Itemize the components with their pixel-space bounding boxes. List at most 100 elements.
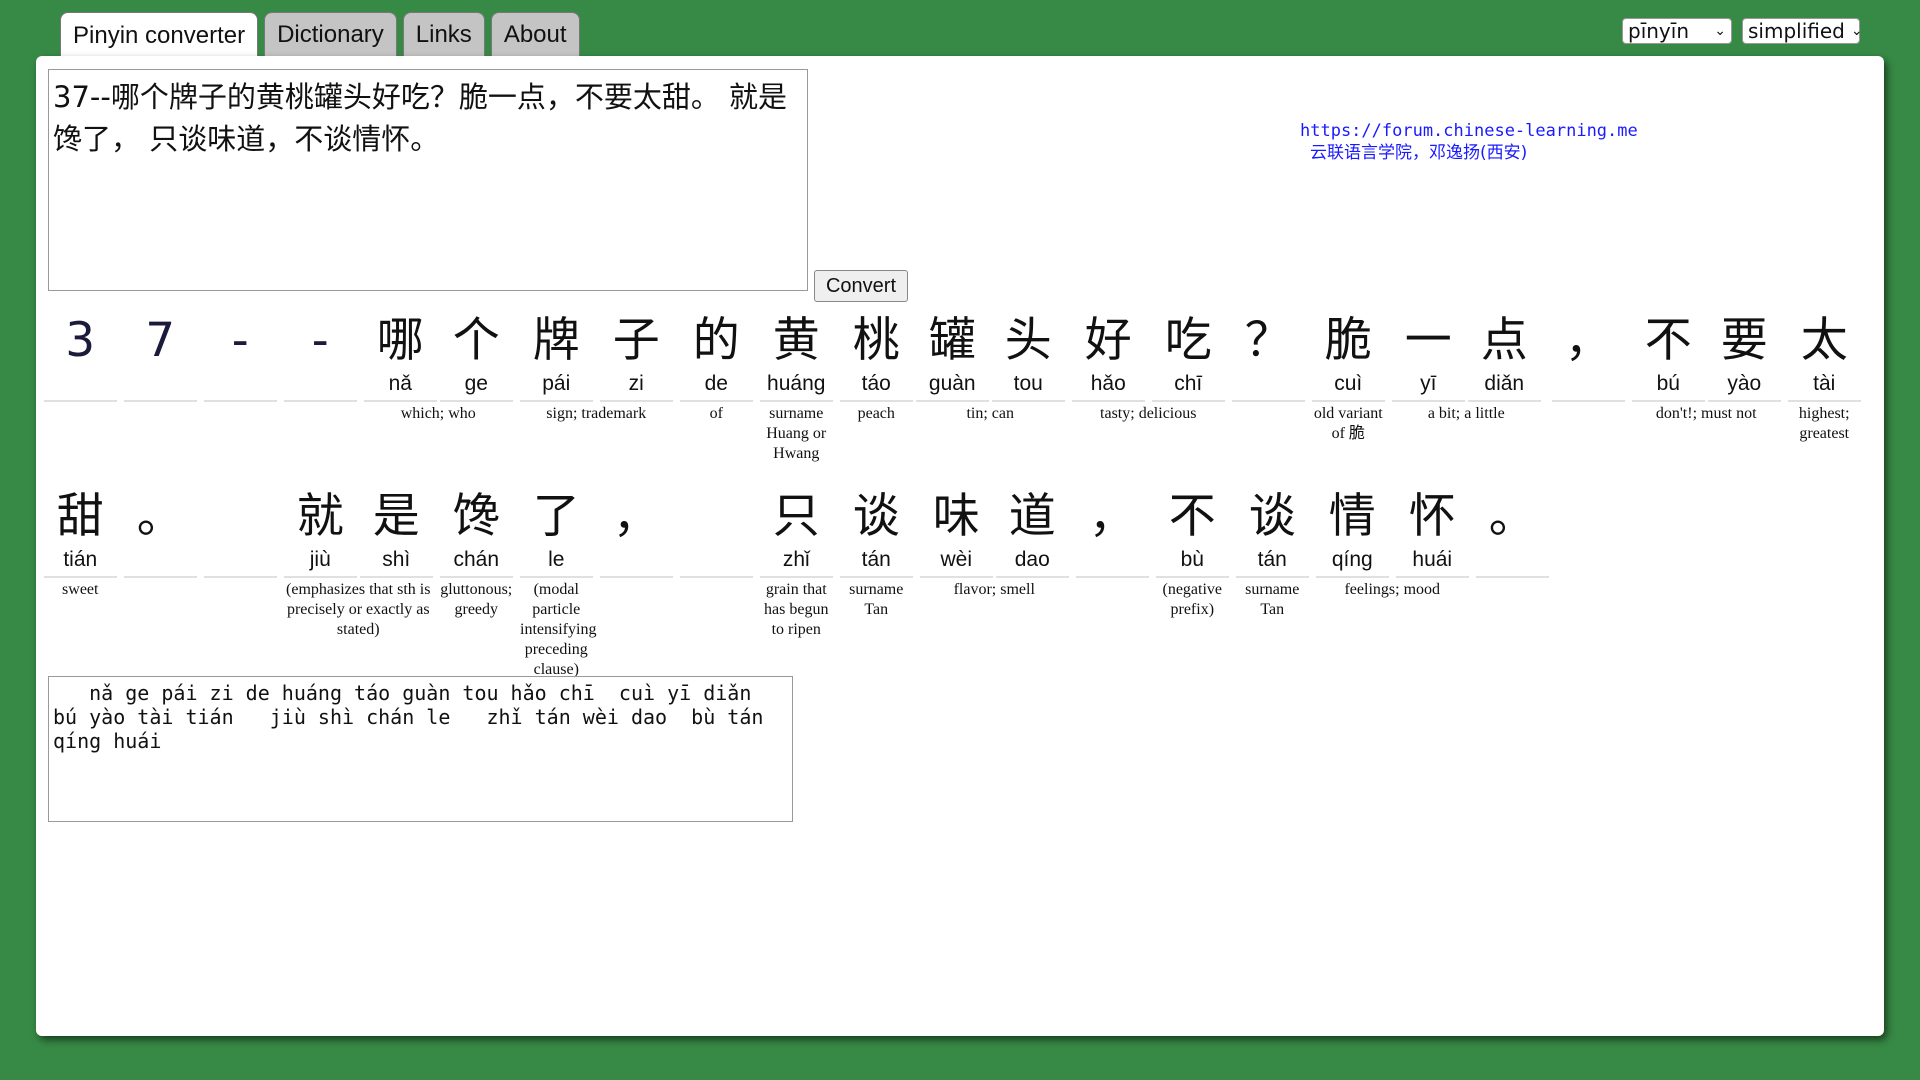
token [204, 488, 277, 578]
token-pinyin: de [704, 372, 728, 395]
token-definition: (emphasizes that sth is precisely or exa… [286, 581, 431, 638]
tab-about[interactable]: About [490, 12, 580, 56]
token-hanzi: 道 [1008, 489, 1056, 544]
script-select[interactable]: simplified ⌄ [1742, 18, 1863, 44]
token-hanzi: 桃 [852, 313, 900, 368]
romanization-select-value: pīnyīn [1628, 19, 1689, 43]
token: ， [600, 488, 673, 578]
token-hanzi: 好 [1084, 313, 1132, 368]
token-underline [204, 400, 277, 402]
token-pinyin: jiù [309, 548, 331, 571]
token-pinyin: bú [1656, 372, 1680, 395]
token-hanzi: 子 [612, 313, 660, 368]
token-hanzi: 头 [1004, 313, 1052, 368]
token-pinyin: tán [1257, 548, 1287, 571]
token-definition: a bit; a little [1427, 405, 1505, 422]
token-hanzi: 了 [532, 489, 580, 544]
token-underline [1552, 400, 1625, 402]
token-hanzi: - [311, 313, 329, 368]
credit-block: https://forum.chinese-learning.me 云联语言学院… [1300, 120, 1700, 164]
credit-subtitle: 云联语言学院，邓逸扬(西安) [1310, 143, 1528, 163]
token-definition: which; who [400, 405, 476, 422]
token-definition: surname Huang or Hwang [766, 405, 827, 462]
token-definition: tin; can [966, 405, 1015, 422]
token-pinyin: le [548, 548, 565, 571]
token-underline [760, 576, 833, 578]
token-pinyin: dao [1014, 548, 1050, 571]
token-underline [520, 400, 593, 402]
token: 的 de [680, 312, 753, 402]
token: 脆 cuì [1312, 312, 1385, 402]
token-pinyin: huái [1412, 548, 1453, 571]
token-hanzi: 不 [1644, 313, 1692, 368]
token: 味 wèi [920, 488, 993, 578]
tab-pinyin-converter[interactable]: Pinyin converter [60, 12, 259, 59]
token-hanzi: 个 [452, 313, 500, 368]
romanization-select[interactable]: pīnyīn ⌄ [1622, 18, 1732, 44]
token-underline [1396, 576, 1469, 578]
token: 只 zhǐ [760, 488, 833, 578]
token-pinyin: yào [1727, 372, 1762, 395]
token-underline [996, 576, 1069, 578]
token-hanzi: 谈 [852, 489, 900, 544]
token-underline [44, 400, 117, 402]
token: 太 tài [1788, 312, 1861, 402]
token-underline [1632, 400, 1705, 402]
token-hanzi: 太 [1800, 313, 1848, 368]
token-underline [1236, 576, 1309, 578]
forum-link[interactable]: https://forum.chinese-learning.me [1300, 121, 1638, 141]
token-pinyin: pái [542, 372, 571, 395]
token-hanzi: 黄 [772, 313, 820, 368]
token-underline [1476, 576, 1549, 578]
token [680, 488, 753, 578]
token-underline [920, 576, 993, 578]
token-underline [1152, 400, 1225, 402]
token-pinyin: nǎ [388, 372, 412, 395]
token: ？ [1232, 312, 1305, 402]
token-underline [1316, 576, 1389, 578]
token-hanzi: ？ [1244, 313, 1292, 368]
token-underline [916, 400, 989, 402]
token-pinyin: yī [1420, 372, 1437, 395]
token-definition: (negative prefix) [1162, 581, 1223, 618]
token: 黄 huáng [760, 312, 833, 402]
token-underline [1156, 576, 1229, 578]
token: 牌 pái [520, 312, 593, 402]
token-hanzi: 3 [65, 313, 96, 368]
token: 。 [1476, 488, 1549, 578]
chevron-down-icon: ⌄ [1714, 23, 1726, 39]
converter-panel: 37--哪个牌子的黄桃罐头好吃？脆一点，不要太甜。 就是馋了， 只谈味道，不谈情… [36, 56, 1884, 1036]
token-hanzi: 点 [1480, 313, 1528, 368]
tab-links[interactable]: Links [402, 12, 485, 56]
token-underline [992, 400, 1065, 402]
token-underline [440, 400, 513, 402]
token-pinyin: qíng [1331, 548, 1373, 571]
token-underline [440, 576, 513, 578]
pinyin-output[interactable]: nǎ ge pái zi de huáng táo guàn tou hǎo c… [48, 676, 793, 822]
chinese-input[interactable]: 37--哪个牌子的黄桃罐头好吃？脆一点，不要太甜。 就是馋了， 只谈味道，不谈情… [48, 69, 808, 291]
token: 7 [124, 312, 197, 402]
token-pinyin: diǎn [1484, 372, 1525, 395]
token-definition: sign; trademark [546, 405, 647, 422]
token-hanzi: 7 [145, 313, 176, 368]
token-hanzi: 。 [1488, 489, 1536, 544]
token-hanzi: ， [612, 489, 660, 544]
token-underline [44, 576, 117, 578]
token: 不 bù [1156, 488, 1229, 578]
token-underline [760, 400, 833, 402]
token: 谈 tán [1236, 488, 1309, 578]
token: 哪 nǎ [364, 312, 437, 402]
token-pinyin: ge [464, 372, 488, 395]
token-definition: gluttonous; greedy [440, 581, 513, 618]
token-underline [124, 400, 197, 402]
token-definition: don't!; must not [1655, 405, 1757, 422]
token-pinyin: bù [1180, 548, 1204, 571]
convert-button[interactable]: Convert [814, 270, 908, 302]
token-hanzi: ， [1088, 489, 1136, 544]
script-select-value: simplified [1748, 19, 1845, 43]
tab-dictionary[interactable]: Dictionary [264, 12, 397, 56]
token-hanzi: 只 [772, 489, 820, 544]
token-definition: surname Tan [1245, 581, 1300, 618]
token-underline [204, 576, 277, 578]
token: 甜 tián [44, 488, 117, 578]
